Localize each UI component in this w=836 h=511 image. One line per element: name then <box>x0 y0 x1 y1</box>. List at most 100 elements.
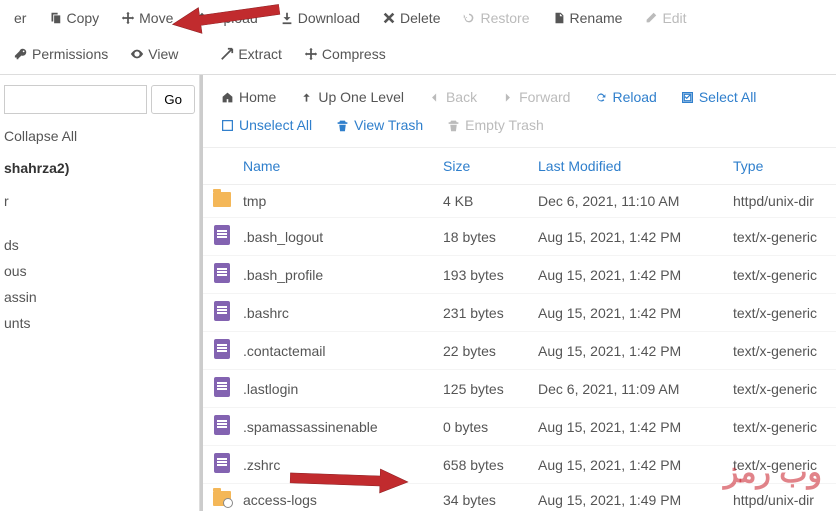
cell-size: 18 bytes <box>435 218 530 256</box>
permissions-label: Permissions <box>32 46 108 62</box>
forward-label: Forward <box>519 89 570 105</box>
col-modified[interactable]: Last Modified <box>530 148 725 185</box>
rename-button[interactable]: Rename <box>542 6 633 30</box>
cell-size: 658 bytes <box>435 446 530 484</box>
table-row[interactable]: access-logs34 bytesAug 15, 2021, 1:49 PM… <box>203 484 836 511</box>
check-icon <box>681 91 694 104</box>
cell-type: text/x-generic <box>725 294 836 332</box>
extract-button[interactable]: Extract <box>210 42 292 66</box>
viewtrash-button[interactable]: View Trash <box>326 113 433 137</box>
table-row[interactable]: .zshrc658 bytesAug 15, 2021, 1:42 PMtext… <box>203 446 836 484</box>
permissions-button[interactable]: Permissions <box>4 42 118 66</box>
table-row[interactable]: .contactemail22 bytesAug 15, 2021, 1:42 … <box>203 332 836 370</box>
unselect-icon <box>221 119 234 132</box>
unselectall-button[interactable]: Unselect All <box>211 113 322 137</box>
file-icon <box>214 453 230 473</box>
selectall-button[interactable]: Select All <box>671 85 767 109</box>
upload-label: Upload <box>213 10 257 26</box>
tree-item[interactable]: assin <box>0 284 199 310</box>
tree-item[interactable]: unts <box>0 310 199 336</box>
compress-button[interactable]: Compress <box>294 42 396 66</box>
content-area: Home Up One Level Back Forward Reload Se… <box>200 75 836 511</box>
table-row[interactable]: .bash_logout18 bytesAug 15, 2021, 1:42 P… <box>203 218 836 256</box>
col-size[interactable]: Size <box>435 148 530 185</box>
cell-type: text/x-generic <box>725 408 836 446</box>
extract-label: Extract <box>238 46 282 62</box>
delete-label: Delete <box>400 10 440 26</box>
cell-size: 125 bytes <box>435 370 530 408</box>
upload-button[interactable]: Upload <box>185 6 267 30</box>
delete-button[interactable]: Delete <box>372 6 450 30</box>
cell-name: .lastlogin <box>235 370 435 408</box>
home-icon <box>221 91 234 104</box>
cell-name: .contactemail <box>235 332 435 370</box>
move-icon <box>121 11 135 25</box>
table-row[interactable]: tmp4 KBDec 6, 2021, 11:10 AMhttpd/unix-d… <box>203 185 836 218</box>
up-label: Up One Level <box>318 89 404 105</box>
up-icon <box>300 91 313 104</box>
cell-name: tmp <box>235 185 435 218</box>
folder-link-icon <box>213 491 231 506</box>
cell-type: httpd/unix-dir <box>725 185 836 218</box>
up-button[interactable]: Up One Level <box>290 85 414 109</box>
col-icon <box>203 148 235 185</box>
compress-label: Compress <box>322 46 386 62</box>
table-row[interactable]: .bashrc231 bytesAug 15, 2021, 1:42 PMtex… <box>203 294 836 332</box>
cell-modified: Dec 6, 2021, 11:09 AM <box>530 370 725 408</box>
key-icon <box>14 47 28 61</box>
move-button[interactable]: Move <box>111 6 183 30</box>
cell-modified: Aug 15, 2021, 1:42 PM <box>530 256 725 294</box>
collapse-all[interactable]: Collapse All <box>0 120 199 152</box>
back-label: Back <box>446 89 477 105</box>
home-label: Home <box>239 89 276 105</box>
view-button[interactable]: View <box>120 42 188 66</box>
go-button[interactable]: Go <box>151 85 195 114</box>
table-row[interactable]: .lastlogin125 bytesDec 6, 2021, 11:09 AM… <box>203 370 836 408</box>
tree-item[interactable]: r <box>0 188 199 214</box>
cell-name: .spamassassinenable <box>235 408 435 446</box>
unselectall-label: Unselect All <box>239 117 312 133</box>
cell-name: .bashrc <box>235 294 435 332</box>
tree-root[interactable]: shahrza2) <box>0 152 199 184</box>
trash-icon <box>336 119 349 132</box>
file-table-wrap: Name Size Last Modified Type tmp4 KBDec … <box>203 148 836 511</box>
table-row[interactable]: .bash_profile193 bytesAug 15, 2021, 1:42… <box>203 256 836 294</box>
edit-icon <box>644 11 658 25</box>
table-row[interactable]: .spamassassinenable0 bytesAug 15, 2021, … <box>203 408 836 446</box>
file-icon <box>214 339 230 359</box>
toolbar-er-fragment[interactable]: er <box>4 6 36 30</box>
file-icon <box>214 263 230 283</box>
col-type[interactable]: Type <box>725 148 836 185</box>
restore-icon <box>462 11 476 25</box>
cell-type: text/x-generic <box>725 218 836 256</box>
nav-toolbar: Home Up One Level Back Forward Reload Se… <box>203 75 836 148</box>
path-input[interactable] <box>4 85 147 114</box>
cell-modified: Dec 6, 2021, 11:10 AM <box>530 185 725 218</box>
reload-label: Reload <box>612 89 656 105</box>
copy-button[interactable]: Copy <box>38 6 109 30</box>
cell-type: text/x-generic <box>725 256 836 294</box>
delete-icon <box>382 11 396 25</box>
edit-button: Edit <box>634 6 696 30</box>
restore-button: Restore <box>452 6 539 30</box>
reload-button[interactable]: Reload <box>584 85 666 109</box>
col-name[interactable]: Name <box>235 148 435 185</box>
extract-icon <box>220 47 234 61</box>
eye-icon <box>130 47 144 61</box>
view-label: View <box>148 46 178 62</box>
cell-modified: Aug 15, 2021, 1:42 PM <box>530 294 725 332</box>
cell-size: 193 bytes <box>435 256 530 294</box>
cell-modified: Aug 15, 2021, 1:42 PM <box>530 408 725 446</box>
tree-item[interactable]: ous <box>0 258 199 284</box>
home-button[interactable]: Home <box>211 85 286 109</box>
file-icon <box>214 377 230 397</box>
file-table: Name Size Last Modified Type tmp4 KBDec … <box>203 148 836 511</box>
cell-modified: Aug 15, 2021, 1:42 PM <box>530 332 725 370</box>
download-button[interactable]: Download <box>270 6 370 30</box>
edit-label: Edit <box>662 10 686 26</box>
trash-icon <box>447 119 460 132</box>
tree-item[interactable]: ds <box>0 232 199 258</box>
back-icon <box>428 91 441 104</box>
compress-icon <box>304 47 318 61</box>
viewtrash-label: View Trash <box>354 117 423 133</box>
